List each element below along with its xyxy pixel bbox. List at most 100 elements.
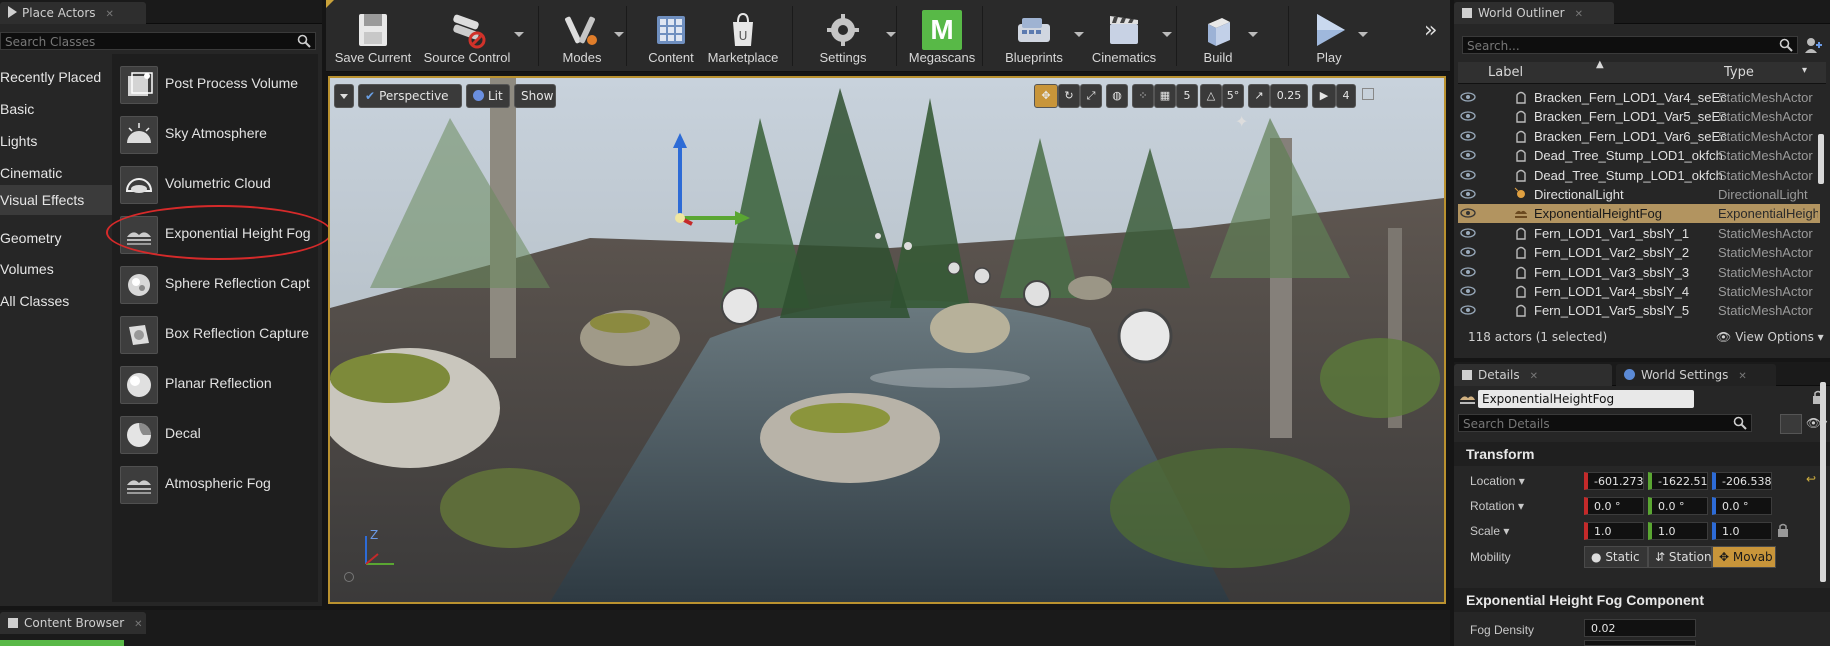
lit-button[interactable]: Lit <box>466 84 510 108</box>
column-label-header[interactable]: Label <box>1488 65 1523 80</box>
property-matrix-icon[interactable] <box>1780 414 1802 434</box>
scale-mode-icon[interactable]: ⤢ <box>1080 84 1102 108</box>
grid-snap-value[interactable]: 5 <box>1176 84 1198 108</box>
visibility-eye-icon[interactable] <box>1460 285 1476 297</box>
scale-label[interactable]: Scale ▾ <box>1470 524 1509 538</box>
viewport-help-icon[interactable] <box>344 572 354 582</box>
surface-snapping-icon[interactable]: ⁘ <box>1132 84 1154 108</box>
outliner-row[interactable]: Fern_LOD1_Var4_sbslY_4 StaticMeshActor <box>1458 282 1820 301</box>
coordinate-system-icon[interactable]: ◍ <box>1106 84 1128 108</box>
visibility-eye-icon[interactable] <box>1460 188 1476 200</box>
maximize-viewport-icon[interactable] <box>1362 88 1374 100</box>
blueprints-button[interactable]: Blueprints <box>992 4 1084 68</box>
outliner-row[interactable]: Dead_Tree_Stump_LOD1_okfch StaticMeshActo… <box>1458 146 1820 165</box>
location-label[interactable]: Location ▾ <box>1470 474 1525 488</box>
scale-x-field[interactable]: 1.0 <box>1584 522 1644 540</box>
search-details-input[interactable]: Search Details <box>1458 414 1752 432</box>
visibility-eye-icon[interactable] <box>1460 227 1476 239</box>
close-icon[interactable]: ✕ <box>106 9 114 20</box>
visibility-eye-icon[interactable] <box>1460 110 1476 122</box>
outliner-scrollbar[interactable] <box>1818 134 1824 184</box>
chevron-down-icon[interactable] <box>614 32 624 37</box>
outliner-row[interactable]: Dead_Tree_Stump_LOD1_okfch StaticMeshActo… <box>1458 166 1820 185</box>
reset-to-default-icon[interactable]: ↩ <box>1806 472 1816 486</box>
category-volumes[interactable]: Volumes <box>0 255 112 283</box>
chevron-down-icon[interactable] <box>1162 32 1172 37</box>
actor-item-sky-atmosphere[interactable]: Sky Atmosphere <box>112 110 318 156</box>
outliner-row[interactable]: Bracken_Fern_LOD1_Var4_seEc StaticMeshAct… <box>1458 88 1820 107</box>
scale-snap-value[interactable]: 0.25 <box>1270 84 1308 108</box>
column-type-header[interactable]: Type <box>1724 65 1754 80</box>
close-icon[interactable]: ✕ <box>1575 9 1583 20</box>
category-visual-effects[interactable]: Visual Effects <box>0 185 112 215</box>
search-classes-input[interactable]: Search Classes <box>0 32 316 50</box>
source-control-button[interactable]: Source Control <box>418 4 524 68</box>
category-all-classes[interactable]: All Classes <box>0 287 112 315</box>
scale-z-field[interactable]: 1.0 <box>1712 522 1772 540</box>
outliner-row[interactable]: Fern_LOD1_Var3_sbslY_3 StaticMeshActor <box>1458 263 1820 282</box>
actor-item-sphere-reflection-capture[interactable]: Sphere Reflection Capt <box>112 260 318 306</box>
chevron-down-icon[interactable] <box>1074 32 1084 37</box>
content-browser-tab[interactable]: Content Browser ✕ <box>0 612 146 634</box>
actor-item-box-reflection-capture[interactable]: Box Reflection Capture <box>112 310 318 356</box>
outliner-row[interactable]: Fern_LOD1_Var5_sbslY_5 StaticMeshActor <box>1458 301 1820 320</box>
rotation-x-field[interactable]: 0.0 ° <box>1584 497 1644 515</box>
cinematics-button[interactable]: Cinematics <box>1084 4 1172 68</box>
rotation-z-field[interactable]: 0.0 ° <box>1712 497 1772 515</box>
category-basic[interactable]: Basic <box>0 95 112 123</box>
mobility-static-option[interactable]: ● Static <box>1584 546 1648 568</box>
place-actors-tab[interactable]: Place Actors ✕ <box>0 2 146 24</box>
outliner-row[interactable]: DirectionalLight DirectionalLight <box>1458 185 1820 204</box>
world-outliner-tab[interactable]: World Outliner ✕ <box>1454 2 1614 24</box>
outliner-row[interactable]: Fern_LOD1_Var2_sbslY_2 StaticMeshActor <box>1458 243 1820 262</box>
chevron-down-icon[interactable] <box>1358 32 1368 37</box>
modes-button[interactable]: Modes <box>548 4 624 68</box>
view-options-button[interactable]: 👁 View Options ▾ <box>1716 330 1824 344</box>
visibility-eye-icon[interactable] <box>1460 130 1476 142</box>
actor-item-atmospheric-fog[interactable]: Atmospheric Fog <box>112 460 318 506</box>
actor-name-field[interactable]: ExponentialHeightFog <box>1478 390 1694 408</box>
scale-snap-icon[interactable]: ↗ <box>1248 84 1270 108</box>
location-z-field[interactable]: -206.538 <box>1712 472 1772 490</box>
rotation-y-field[interactable]: 0.0 ° <box>1648 497 1708 515</box>
rotation-snap-icon[interactable]: △ <box>1200 84 1222 108</box>
visibility-eye-icon[interactable] <box>1460 207 1476 219</box>
category-geometry[interactable]: Geometry <box>0 224 112 252</box>
rotation-snap-value[interactable]: 5° <box>1222 84 1244 108</box>
rotation-label[interactable]: Rotation ▾ <box>1470 499 1524 513</box>
camera-speed-value[interactable]: 4 <box>1336 84 1356 108</box>
viewport-options-button[interactable] <box>334 84 354 108</box>
visibility-eye-icon[interactable] <box>1460 149 1476 161</box>
visibility-eye-icon[interactable] <box>1460 304 1476 316</box>
location-x-field[interactable]: -601.273 <box>1584 472 1644 490</box>
mobility-movable-option[interactable]: ✥ Movab <box>1712 546 1776 568</box>
outliner-search-input[interactable]: Search... <box>1462 36 1798 54</box>
details-scrollbar[interactable] <box>1820 382 1826 582</box>
marketplace-button[interactable]: U Marketplace <box>700 4 786 68</box>
fog-density-field[interactable]: 0.02 <box>1584 619 1696 637</box>
column-options-icon[interactable]: ▾ <box>1802 65 1807 76</box>
actor-item-decal[interactable]: Decal <box>112 410 318 456</box>
location-y-field[interactable]: -1622.51 <box>1648 472 1708 490</box>
add-new-button[interactable] <box>0 640 124 646</box>
fog-component-section-header[interactable]: Exponential Height Fog Component <box>1454 588 1830 612</box>
content-button[interactable]: Content <box>636 4 706 68</box>
actor-item-post-process-volume[interactable]: Post Process Volume <box>112 60 318 106</box>
outliner-row[interactable]: Bracken_Fern_LOD1_Var6_seEc StaticMeshAct… <box>1458 127 1820 146</box>
settings-button[interactable]: Settings <box>798 4 896 68</box>
transform-section-header[interactable]: Transform <box>1454 442 1830 466</box>
actor-item-planar-reflection[interactable]: Planar Reflection <box>112 360 318 406</box>
close-icon[interactable]: ✕ <box>1738 371 1746 382</box>
rotate-mode-icon[interactable]: ↻ <box>1058 84 1080 108</box>
visibility-eye-icon[interactable] <box>1460 91 1476 103</box>
mobility-stationary-option[interactable]: ⇵ Station <box>1648 546 1712 568</box>
world-settings-tab[interactable]: World Settings ✕ <box>1616 364 1776 386</box>
chevron-down-icon[interactable] <box>1248 32 1258 37</box>
camera-speed-icon[interactable]: ▶ <box>1312 84 1336 108</box>
chevron-down-icon[interactable] <box>514 32 524 37</box>
perspective-button[interactable]: ✔ Perspective <box>358 84 462 108</box>
category-lights[interactable]: Lights <box>0 127 112 155</box>
show-button[interactable]: Show <box>514 84 556 108</box>
actor-item-volumetric-cloud[interactable]: Volumetric Cloud <box>112 160 318 206</box>
translate-mode-icon[interactable]: ✥ <box>1034 84 1058 108</box>
